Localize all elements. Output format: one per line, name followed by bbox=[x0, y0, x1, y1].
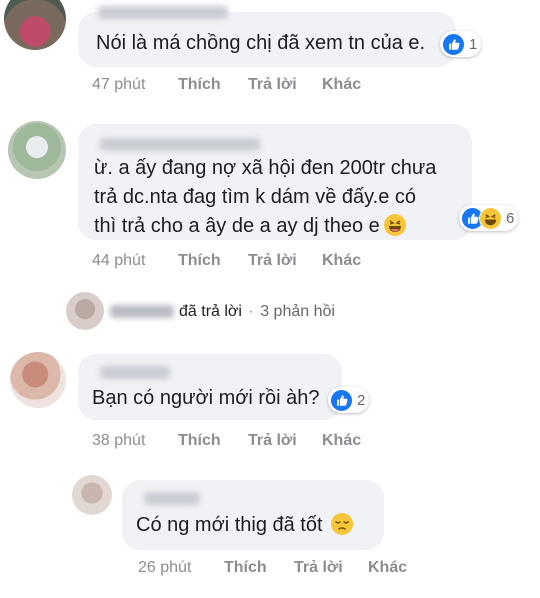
avatar[interactable] bbox=[72, 475, 112, 515]
reply-button[interactable]: Trả lời bbox=[248, 432, 297, 450]
more-button[interactable]: Khác bbox=[368, 559, 407, 577]
avatar[interactable] bbox=[8, 121, 66, 179]
comment-bubble: Có ng mới thig đã tốt bbox=[122, 480, 384, 550]
more-button[interactable]: Khác bbox=[322, 432, 361, 450]
reply-count[interactable]: 3 phản hồi bbox=[260, 303, 335, 320]
comment-bubble: Bạn có người mới rồi àh? bbox=[78, 354, 342, 420]
comment-bubble: Nói là má chồng chị đã xem tn của e. bbox=[78, 6, 456, 67]
comment-text-line: thì trả cho a ây de a ay dj theo e bbox=[94, 212, 406, 241]
more-button[interactable]: Khác bbox=[322, 252, 361, 270]
comment-text-segment: thì trả cho a ây de a ay dj theo e bbox=[94, 215, 380, 237]
comment-text-line: trả dc.nta đag tìm k dám về đấy.e có bbox=[94, 186, 417, 208]
reply-summary-text: đã trả lời · 3 phản hồi bbox=[179, 303, 335, 321]
author-name-blurred bbox=[100, 138, 260, 151]
reaction-summary[interactable]: 1 bbox=[440, 31, 482, 57]
like-button[interactable]: Thích bbox=[178, 252, 221, 270]
comment-text-segment: Có ng mới thig đã tốt bbox=[136, 514, 323, 536]
comment-time[interactable]: 38 phút bbox=[92, 432, 145, 450]
comment-text: Nói là má chồng chị đã xem tn của e. bbox=[96, 32, 426, 54]
comment-text-line: ừ. a ấy đang nợ xã hội đen 200tr chưa bbox=[94, 157, 437, 179]
reply-action-label: đã trả lời bbox=[179, 303, 242, 320]
comment-time[interactable]: 26 phút bbox=[138, 559, 191, 577]
avatar[interactable] bbox=[4, 0, 66, 50]
author-name-blurred bbox=[144, 492, 200, 505]
reply-button[interactable]: Trả lời bbox=[294, 559, 343, 577]
comment-time[interactable]: 47 phút bbox=[92, 76, 145, 94]
reply-button[interactable]: Trả lời bbox=[248, 76, 297, 94]
more-button[interactable]: Khác bbox=[322, 76, 361, 94]
laughing-face-icon bbox=[383, 214, 406, 236]
thumbs-up-icon bbox=[442, 32, 465, 56]
comment-bubble: ừ. a ấy đang nợ xã hội đen 200tr chưa tr… bbox=[78, 124, 472, 240]
like-button[interactable]: Thích bbox=[178, 76, 221, 94]
like-button[interactable]: Thích bbox=[178, 432, 221, 450]
separator: · bbox=[248, 303, 254, 320]
reaction-count: 6 bbox=[506, 209, 515, 227]
avatar[interactable] bbox=[10, 352, 66, 408]
reaction-count: 1 bbox=[469, 35, 478, 53]
reaction-summary[interactable]: 2 bbox=[328, 387, 370, 413]
author-name-blurred bbox=[100, 366, 170, 379]
reaction-summary[interactable]: 6 bbox=[459, 205, 519, 231]
reply-button[interactable]: Trả lời bbox=[248, 252, 297, 270]
comment-text: Bạn có người mới rồi àh? bbox=[92, 387, 320, 409]
avatar bbox=[66, 292, 104, 330]
like-button[interactable]: Thích bbox=[224, 559, 267, 577]
author-name-blurred bbox=[98, 6, 228, 19]
comment-time[interactable]: 44 phút bbox=[92, 252, 145, 270]
thumbs-up-icon bbox=[330, 388, 353, 412]
reaction-count: 2 bbox=[357, 391, 366, 409]
author-name-blurred bbox=[110, 305, 174, 318]
disappointed-face-icon bbox=[330, 513, 353, 535]
laughing-face-icon bbox=[479, 206, 502, 230]
comment-text: Có ng mới thig đã tốt bbox=[136, 511, 353, 540]
